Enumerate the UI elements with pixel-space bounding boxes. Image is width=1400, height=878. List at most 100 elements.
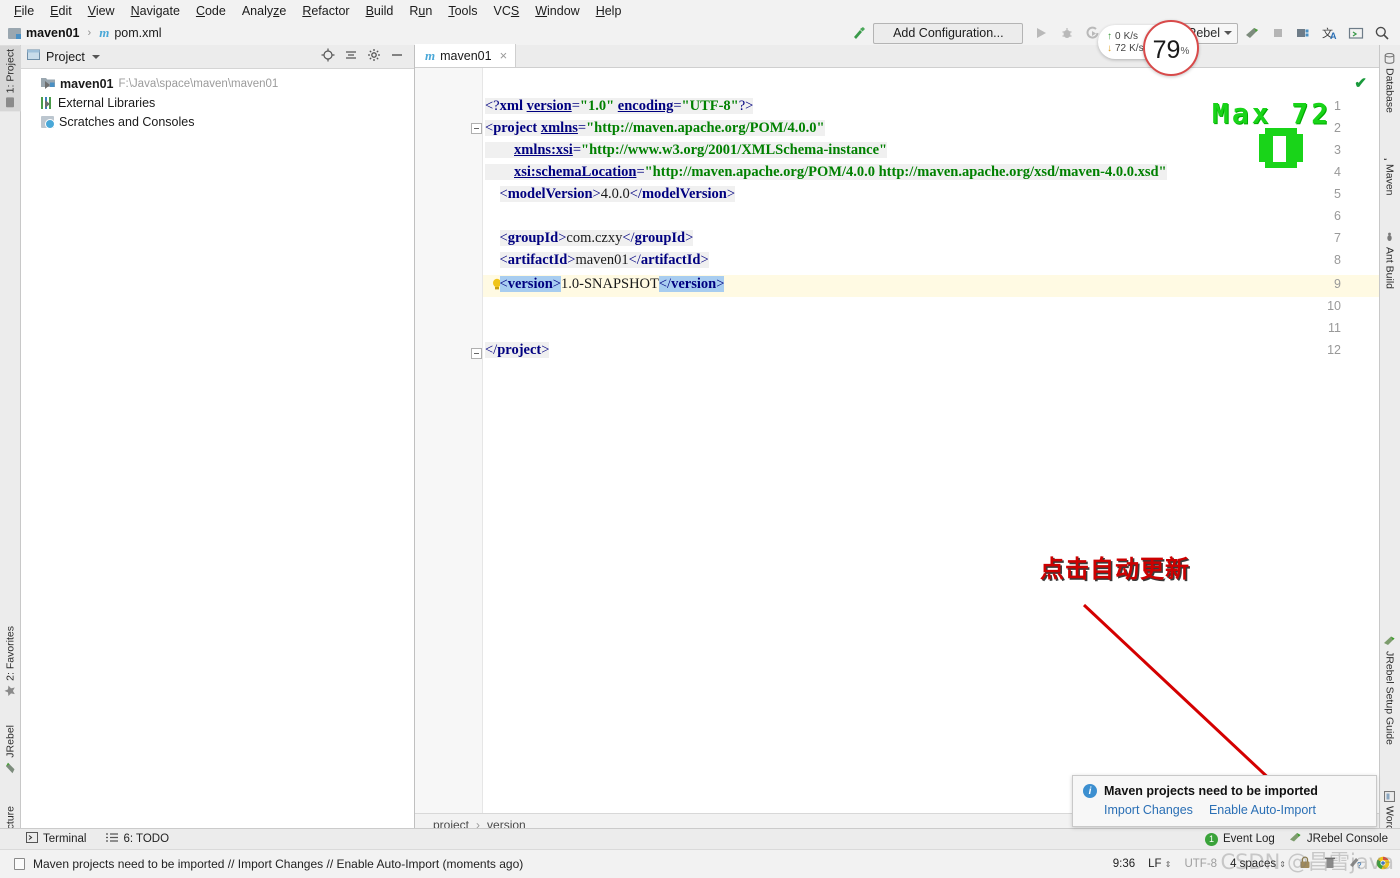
tree-label-maven01: maven01 bbox=[60, 76, 114, 91]
trash-icon[interactable] bbox=[1324, 856, 1336, 872]
max-speed-overlay-glyph bbox=[1253, 122, 1309, 177]
editor-tab-maven01[interactable]: m maven01 × bbox=[415, 44, 517, 67]
code-fold-toggle[interactable] bbox=[471, 348, 482, 359]
run-icon[interactable] bbox=[1029, 22, 1053, 44]
code-line-7: <groupId>com.czxy</groupId> bbox=[499, 230, 694, 246]
tree-label-external-libraries: External Libraries bbox=[58, 95, 156, 110]
menu-item-analyze[interactable]: Analyze bbox=[234, 2, 294, 20]
notification-header: i Maven projects need to be imported bbox=[1083, 784, 1366, 798]
search-everywhere-icon[interactable] bbox=[1370, 22, 1394, 44]
tree-node-scratches-wrap: Scratches and Consoles bbox=[21, 112, 414, 131]
menu-item-help[interactable]: Help bbox=[588, 2, 630, 20]
sidebar-label-project: 1: Project bbox=[4, 49, 17, 94]
jrebel-icon[interactable] bbox=[1240, 22, 1264, 44]
file-encoding[interactable]: UTF-8 bbox=[1184, 858, 1217, 870]
add-configuration-button[interactable]: Add Configuration... bbox=[873, 22, 1024, 44]
line-number: 9 bbox=[1334, 277, 1341, 291]
collapse-all-icon[interactable] bbox=[344, 48, 358, 65]
sidebar-item-project[interactable]: 1: Project bbox=[0, 45, 21, 112]
menu-item-code[interactable]: Code bbox=[188, 2, 234, 20]
terminal-icon[interactable] bbox=[1344, 22, 1368, 44]
status-bar: Maven projects need to be imported // Im… bbox=[0, 849, 1400, 878]
close-icon[interactable]: × bbox=[500, 48, 508, 63]
menu-item-run[interactable]: Run bbox=[401, 2, 440, 20]
jrebel-icon bbox=[1383, 635, 1396, 647]
import-changes-link[interactable]: Import Changes bbox=[1104, 803, 1193, 817]
translate-icon[interactable]: 文A bbox=[1318, 22, 1342, 44]
editor-gutter[interactable] bbox=[415, 68, 483, 813]
line-number: 7 bbox=[1334, 231, 1341, 245]
breadcrumb-file[interactable]: pom.xml bbox=[114, 26, 161, 40]
annotation-text: 点击自动更新 bbox=[1040, 555, 1190, 583]
breadcrumb-project[interactable]: maven01 bbox=[26, 26, 80, 40]
inspection-icon[interactable]: ? bbox=[1349, 856, 1363, 872]
chevron-down-icon[interactable] bbox=[91, 54, 100, 59]
project-panel-title: Project bbox=[46, 49, 85, 64]
bottom-label-event-log: Event Log bbox=[1223, 833, 1275, 845]
network-upload-value: 0 bbox=[1115, 30, 1121, 42]
tree-node-maven01-wrap: maven01 F:\Java\space\maven\maven01 bbox=[21, 74, 414, 93]
sidebar-label-jrebel: JRebel bbox=[4, 725, 17, 758]
tree-node-maven01[interactable]: maven01 F:\Java\space\maven\maven01 bbox=[21, 74, 414, 93]
lock-icon[interactable] bbox=[1299, 856, 1311, 872]
menu-item-build[interactable]: Build bbox=[358, 2, 402, 20]
project-structure-icon[interactable] bbox=[1292, 22, 1316, 44]
inspection-status-ok[interactable]: ✔ bbox=[1354, 74, 1367, 92]
indent-setting[interactable]: 4 spaces ⇕ bbox=[1230, 858, 1286, 870]
menu-item-navigate[interactable]: Navigate bbox=[123, 2, 188, 20]
line-number: 3 bbox=[1334, 143, 1341, 157]
sidebar-item-ant-build[interactable]: Ant Build bbox=[1379, 228, 1400, 293]
menu-item-view[interactable]: View bbox=[80, 2, 123, 20]
expand-arrow-icon[interactable] bbox=[45, 100, 50, 108]
sidebar-item-database[interactable]: Database bbox=[1379, 49, 1400, 117]
project-panel-header: Project bbox=[21, 45, 414, 69]
star-icon bbox=[5, 685, 17, 697]
todo-list-icon bbox=[106, 832, 119, 846]
menu-item-vcs[interactable]: VCS bbox=[486, 2, 528, 20]
bottom-item-jrebel-console[interactable]: JRebel Console bbox=[1289, 832, 1388, 846]
menu-item-refactor[interactable]: Refactor bbox=[294, 2, 357, 20]
debug-icon[interactable] bbox=[1055, 22, 1079, 44]
right-tool-window-bar: Database m Maven Ant Build JRebel Setup … bbox=[1379, 45, 1400, 858]
build-icon[interactable] bbox=[847, 22, 871, 44]
caret-position[interactable]: 9:36 bbox=[1113, 858, 1135, 870]
breadcrumb: maven01 › m pom.xml bbox=[8, 25, 162, 41]
line-number: 8 bbox=[1334, 253, 1341, 267]
bottom-item-terminal[interactable]: Terminal bbox=[26, 832, 86, 846]
sidebar-item-jrebel[interactable]: JRebel bbox=[0, 721, 21, 778]
chrome-icon[interactable] bbox=[1376, 856, 1390, 873]
sidebar-item-jrebel-setup-guide[interactable]: JRebel Setup Guide bbox=[1379, 631, 1400, 749]
stop-icon[interactable] bbox=[1266, 22, 1290, 44]
code-line-2: <project xmlns="http://maven.apache.org/… bbox=[485, 120, 825, 136]
settings-gear-icon[interactable] bbox=[367, 48, 381, 65]
network-upload-unit: K/s bbox=[1123, 30, 1139, 42]
hide-icon[interactable] bbox=[390, 48, 404, 65]
expand-arrow-icon[interactable] bbox=[45, 81, 50, 89]
bottom-item-todo[interactable]: 6: TODO bbox=[106, 832, 169, 846]
chevron-down-icon bbox=[1224, 31, 1232, 35]
module-folder-icon bbox=[8, 27, 21, 39]
menu-item-tools[interactable]: Tools bbox=[440, 2, 485, 20]
scratches-icon bbox=[41, 115, 55, 129]
line-separator[interactable]: LF ⇕ bbox=[1148, 858, 1171, 870]
bottom-item-event-log[interactable]: 1 Event Log bbox=[1205, 832, 1275, 846]
line-number: 4 bbox=[1334, 165, 1341, 179]
project-tool-window: Project maven01 F:\Java\space\maven\mave… bbox=[21, 45, 415, 835]
tree-node-external-libraries[interactable]: External Libraries bbox=[21, 93, 414, 112]
menu-item-file[interactable]: File bbox=[6, 2, 42, 20]
line-number: 5 bbox=[1334, 187, 1341, 201]
menu-item-edit[interactable]: Edit bbox=[42, 2, 80, 20]
tree-node-scratches[interactable]: Scratches and Consoles bbox=[21, 112, 414, 131]
sidebar-item-favorites[interactable]: 2: Favorites bbox=[0, 622, 21, 701]
menu-item-window[interactable]: Window bbox=[527, 2, 587, 20]
enable-auto-import-link[interactable]: Enable Auto-Import bbox=[1209, 803, 1316, 817]
locate-icon[interactable] bbox=[321, 48, 335, 65]
code-fold-toggle[interactable] bbox=[471, 123, 482, 134]
tree-path-maven01: F:\Java\space\maven\maven01 bbox=[118, 77, 279, 90]
maven-m-icon: m bbox=[99, 25, 110, 40]
bottom-label-jrebel-console: JRebel Console bbox=[1306, 833, 1388, 845]
status-message[interactable]: Maven projects need to be imported // Im… bbox=[33, 857, 523, 871]
sidebar-item-maven[interactable]: m Maven bbox=[1379, 145, 1400, 200]
tree-node-external-libraries-wrap: External Libraries bbox=[21, 93, 414, 112]
tree-label-scratches: Scratches and Consoles bbox=[59, 114, 195, 129]
